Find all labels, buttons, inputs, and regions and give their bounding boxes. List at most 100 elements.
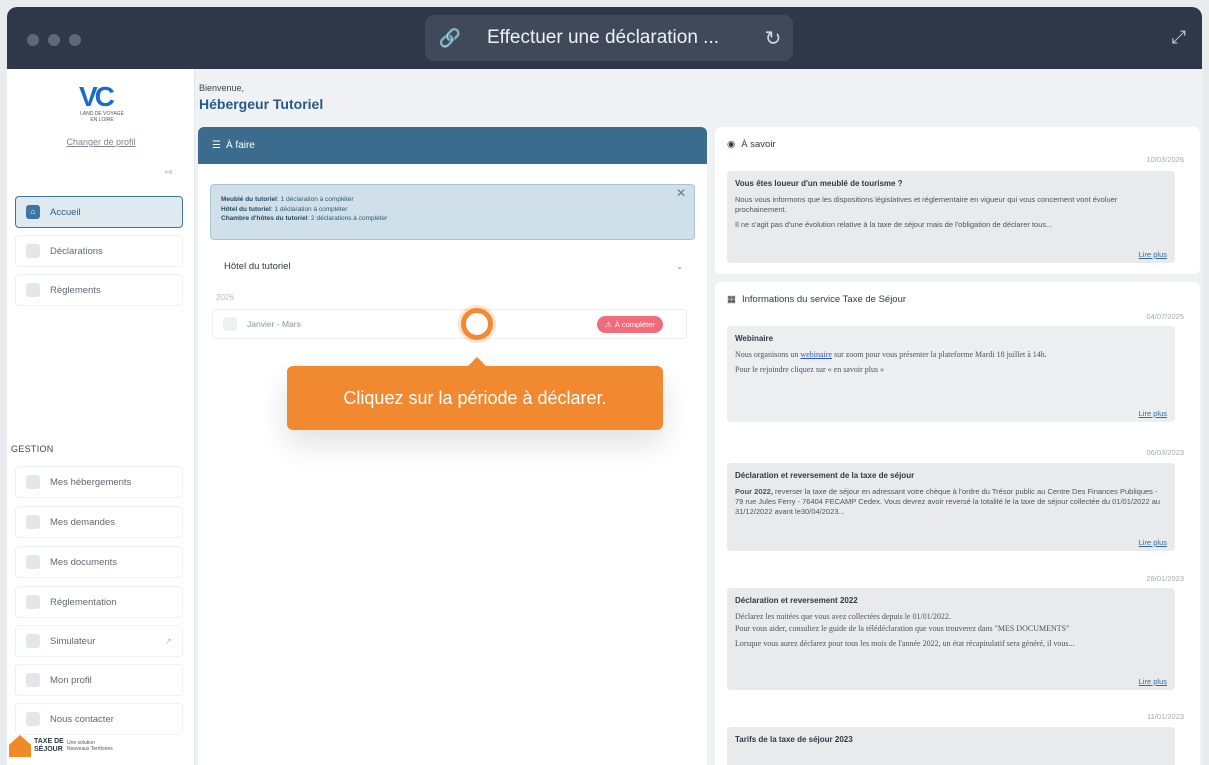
- tutorial-hotspot[interactable]: [461, 308, 493, 340]
- news-heading: Vous êtes loueur d'un meublé de tourisme…: [735, 179, 903, 188]
- a-savoir-title: À savoir: [741, 139, 776, 150]
- sidebar-item-label: Mon profil: [50, 674, 92, 686]
- news-heading: Déclaration et reversement 2022: [735, 596, 858, 605]
- sidebar-item-contacter[interactable]: Nous contacter: [15, 703, 183, 735]
- welcome-text: Bienvenue,: [199, 83, 245, 93]
- news-paragraph: Pour vous aider, consultez le guide de l…: [735, 624, 1070, 633]
- sidebar-item-profil[interactable]: Mon profil: [15, 664, 183, 696]
- brand-logo[interactable]: VC LAND DE VOYAGE EN LOIRE: [79, 81, 125, 124]
- news-paragraph: Lorsque vous aurez déclarez pour tous le…: [735, 639, 1075, 648]
- address-bar[interactable]: 🔗 Effectuer une déclaration ... ↻: [425, 15, 793, 61]
- sidebar-item-hebergements[interactable]: Mes hébergements: [15, 466, 183, 498]
- summary-line: Chambre d'hôtes du tutoriel: 2 déclarati…: [221, 215, 388, 222]
- sidebar-item-label: Nous contacter: [50, 713, 114, 725]
- news-item: Déclaration et reversement de la taxe de…: [727, 463, 1175, 551]
- accommodation-accordion[interactable]: Hôtel du tutoriel ⌄: [210, 253, 695, 279]
- news-date: 10/03/2026: [1146, 155, 1184, 164]
- news-item: Vous êtes loueur d'un meublé de tourisme…: [727, 171, 1175, 263]
- zoom-dot[interactable]: [69, 34, 81, 46]
- sidebar-item-accueil[interactable]: ⌂ Accueil: [15, 196, 183, 228]
- info-book-icon: ▦: [727, 294, 736, 305]
- mail-icon: [26, 712, 40, 726]
- link-icon: 🔗: [438, 27, 462, 48]
- sidebar-item-documents[interactable]: Mes documents: [15, 546, 183, 578]
- todo-header: ☰ À faire: [198, 127, 707, 164]
- read-more-link[interactable]: Lire plus: [1139, 538, 1167, 548]
- status-badge: ⚠ À compléter: [597, 316, 663, 333]
- sidebar-item-label: Règlements: [50, 284, 101, 296]
- news-date: 06/03/2023: [1146, 448, 1184, 457]
- sidebar-item-simulateur[interactable]: Simulateur ↗: [15, 625, 183, 657]
- sidebar-item-declarations[interactable]: Déclarations: [15, 235, 183, 267]
- sidebar-item-label: Mes documents: [50, 556, 118, 568]
- news-item: Tarifs de la taxe de séjour 2023: [727, 727, 1175, 765]
- todo-summary-alert: ✕ Meublé du tutoriel: 1 déclaration à co…: [210, 184, 695, 240]
- footer-brand: TAXE DE SÉJOUR Une solution Nouveaux Ter…: [9, 735, 117, 757]
- scale-icon: [26, 595, 40, 609]
- read-more-link[interactable]: Lire plus: [1139, 250, 1167, 260]
- sidebar-item-label: Simulateur: [50, 635, 96, 647]
- change-profile-link[interactable]: Changer de profil: [7, 137, 195, 147]
- sidebar-item-demandes[interactable]: Mes demandes: [15, 506, 183, 538]
- sidebar-item-label: Mes demandes: [50, 516, 115, 528]
- document-icon: [26, 244, 40, 258]
- news-paragraph: Pour le rejoindre cliquez sur « en savoi…: [735, 365, 885, 374]
- user-icon: [26, 673, 40, 687]
- year-label: 2026: [216, 293, 234, 302]
- calendar-icon: [223, 317, 237, 331]
- tutorial-tooltip: Cliquez sur la période à déclarer.: [287, 357, 663, 430]
- webinaire-link[interactable]: webinaire: [800, 350, 832, 359]
- summary-line: Hôtel du tutoriel: 1 déclaration à compl…: [221, 205, 348, 213]
- reload-icon[interactable]: ↻: [753, 26, 793, 51]
- sidebar-item-label: Déclarations: [50, 245, 103, 257]
- expand-icon[interactable]: ⤢: [1172, 27, 1186, 48]
- news-paragraph: Il ne s'agit pas d'une évolution relativ…: [735, 220, 1053, 229]
- close-icon[interactable]: ✕: [676, 187, 686, 198]
- page-title: Effectuer une déclaration ...: [487, 27, 720, 48]
- status-label: À compléter: [614, 320, 655, 329]
- calculator-icon: [26, 634, 40, 648]
- todo-card: ☰ À faire ✕ Meublé du tutoriel: 1 déclar…: [198, 127, 707, 765]
- list-icon: ☰: [212, 140, 221, 151]
- collapse-sidebar-icon[interactable]: ⇨: [161, 167, 177, 183]
- infos-card: ▦ Informations du service Taxe de Séjour…: [715, 282, 1200, 765]
- footer-tagline: Une solution Nouveaux Territoires: [67, 740, 113, 752]
- house-icon: [9, 735, 31, 757]
- news-item: Webinaire Nous organisons un webinaire s…: [727, 326, 1175, 422]
- sidebar-item-reglements[interactable]: Règlements: [15, 274, 183, 306]
- news-paragraph: Nous vous informons que les dispositions…: [735, 195, 1118, 214]
- a-savoir-card: ◉ À savoir 10/03/2026 Vous êtes loueur d…: [715, 127, 1200, 274]
- tooltip-text: Cliquez sur la période à déclarer.: [343, 387, 607, 408]
- summary-line: Meublé du tutoriel: 1 déclaration à comp…: [221, 196, 354, 203]
- news-item: Déclaration et reversement 2022 Déclarez…: [727, 588, 1175, 690]
- news-date: 11/01/2023: [1147, 712, 1184, 721]
- folder-icon: [26, 555, 40, 569]
- sidebar-item-label: Accueil: [50, 206, 81, 218]
- gestion-heading: GESTION: [11, 444, 54, 454]
- read-more-link[interactable]: Lire plus: [1139, 677, 1167, 687]
- minimize-dot[interactable]: [48, 34, 60, 46]
- news-paragraph: Pour 2022, reverser la taxe de séjour en…: [735, 487, 1161, 516]
- lightbulb-icon: ◉: [727, 139, 736, 150]
- payment-icon: [26, 283, 40, 297]
- sidebar: VC LAND DE VOYAGE EN LOIRE Changer de pr…: [7, 69, 195, 765]
- a-savoir-header: ◉ À savoir: [727, 139, 776, 150]
- news-date: 28/01/2023: [1146, 574, 1184, 583]
- host-name: Hébergeur Tutoriel: [199, 96, 324, 112]
- logo-mark: VC: [79, 81, 115, 112]
- chevron-down-icon[interactable]: ⌄: [676, 262, 683, 271]
- period-label: Janvier - Mars: [247, 319, 301, 329]
- external-link-icon: ↗: [164, 635, 172, 646]
- news-heading: Déclaration et reversement de la taxe de…: [735, 471, 915, 480]
- home-icon: ⌂: [26, 205, 40, 219]
- news-paragraph: Nous organisons un webinaire sur zoom po…: [735, 350, 1047, 359]
- read-more-link[interactable]: Lire plus: [1139, 409, 1167, 419]
- logo-subtitle: LAND DE VOYAGE EN LOIRE: [80, 111, 124, 123]
- news-date: 04/07/2025: [1146, 312, 1184, 321]
- period-row[interactable]: Janvier - Mars ⚠ À compléter: [212, 309, 687, 339]
- news-heading: Tarifs de la taxe de séjour 2023: [735, 735, 853, 744]
- close-dot[interactable]: [27, 34, 39, 46]
- window-controls[interactable]: [27, 34, 81, 46]
- sidebar-item-reglementation[interactable]: Réglementation: [15, 586, 183, 618]
- todo-title: À faire: [225, 140, 255, 151]
